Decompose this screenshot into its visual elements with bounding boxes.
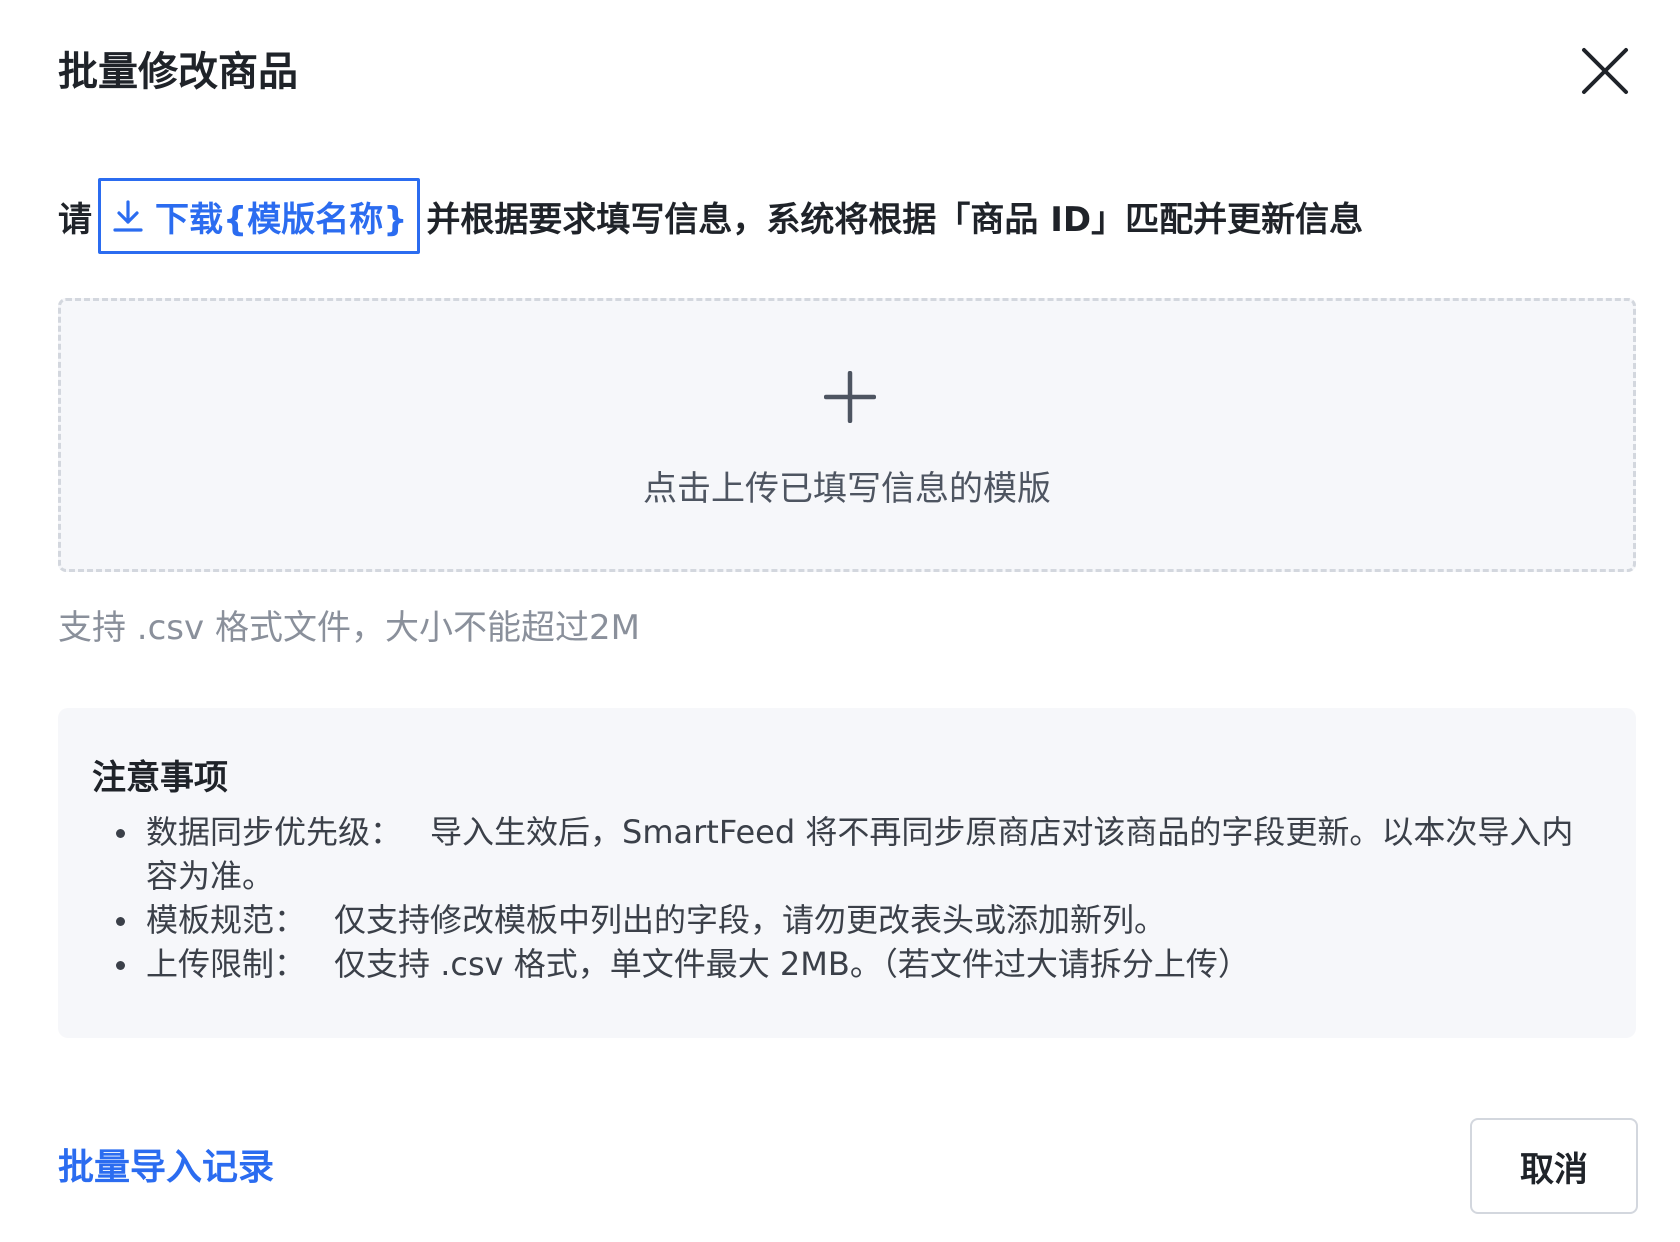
notes-item-label: 模板规范： (146, 901, 307, 939)
notes-list: 数据同步优先级： 导入生效后，SmartFeed 将不再同步原商店对该商品的字段更… (92, 810, 1596, 986)
instruction-suffix: 并根据要求填写信息，系统将根据「商品 ID」匹配并更新信息 (426, 199, 1364, 240)
plus-icon (824, 371, 876, 423)
instruction-prefix: 请 (58, 199, 92, 240)
upload-hint: 支持 .csv 格式文件，大小不能超过2M (58, 608, 640, 648)
instruction-line: 请 下载{模版名称} 并根据要求填写信息，系统将根据「商品 ID」匹配并更新信息 (58, 176, 1363, 256)
notes-panel: 注意事项 数据同步优先级： 导入生效后，SmartFeed 将不再同步原商店对该商… (58, 708, 1636, 1038)
import-history-link[interactable]: 批量导入记录 (58, 1138, 274, 1190)
notes-item-text: 仅支持 .csv 格式，单文件最大 2MB。（若文件过大请拆分上传） (334, 945, 1250, 983)
dialog-title: 批量修改商品 (58, 49, 298, 95)
download-template-link[interactable]: 下载{模版名称} (98, 178, 421, 254)
close-button[interactable] (1578, 44, 1632, 98)
notes-item-label: 上传限制： (146, 945, 307, 983)
batch-edit-dialog: 批量修改商品 请 下载{模版名称} 并根据要求填写信息，系统将根据「商品 ID」… (0, 0, 1680, 1242)
download-icon (113, 200, 143, 232)
notes-item: 模板规范： 仅支持修改模板中列出的字段，请勿更改表头或添加新列。 (116, 898, 1596, 942)
notes-item-label: 数据同步优先级： (146, 813, 403, 851)
download-link-label: 下载{模版名称} (155, 199, 408, 240)
notes-item-text: 仅支持修改模板中列出的字段，请勿更改表头或添加新列。 (334, 901, 1167, 939)
cancel-button[interactable]: 取消 (1470, 1118, 1638, 1214)
notes-title: 注意事项 (92, 758, 228, 798)
upload-prompt: 点击上传已填写信息的模版 (643, 469, 1051, 509)
notes-item: 数据同步优先级： 导入生效后，SmartFeed 将不再同步原商店对该商品的字段更… (116, 810, 1596, 898)
file-upload-dropzone[interactable]: 点击上传已填写信息的模版 (58, 298, 1636, 572)
notes-item: 上传限制： 仅支持 .csv 格式，单文件最大 2MB。（若文件过大请拆分上传） (116, 942, 1596, 986)
close-icon (1582, 48, 1628, 94)
